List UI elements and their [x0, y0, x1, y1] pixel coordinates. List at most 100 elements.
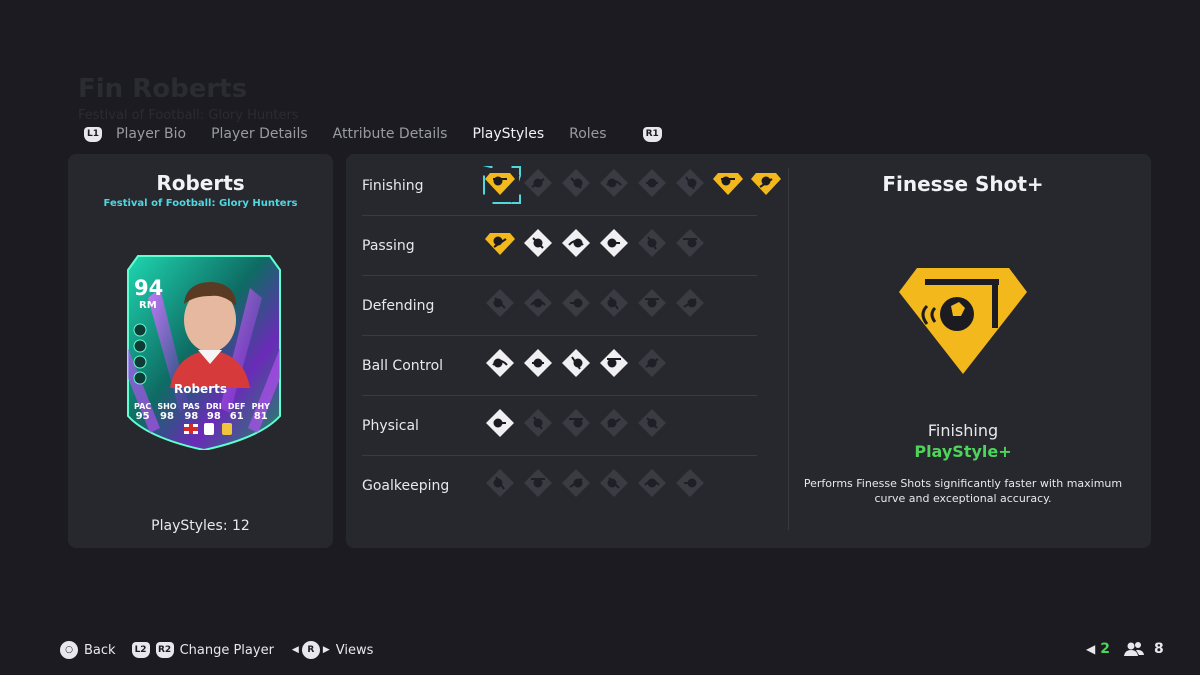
playstyles-count: PlayStyles: 12	[151, 518, 250, 534]
right-arrow-icon: ▶	[322, 645, 330, 655]
card-position: RM	[139, 300, 157, 311]
playstyles-panel: Finishing Passing Defending Ball Control Phy…	[346, 154, 1151, 548]
tiki-taka-icon[interactable]	[598, 227, 630, 259]
pinged-pass-icon[interactable]	[522, 227, 554, 259]
detail-description: Performs Finesse Shots significantly fas…	[803, 477, 1123, 505]
l2-button-icon: L2	[131, 642, 150, 658]
status-bar: ◀ 2 8	[1086, 641, 1164, 657]
stat-pac: PAC 95	[134, 402, 152, 422]
incisive-pass-icon[interactable]	[484, 227, 516, 259]
l1-button-icon[interactable]: L1	[84, 126, 102, 142]
press-proven-icon[interactable]	[636, 347, 668, 379]
low-driven-shot-icon[interactable]	[712, 167, 744, 199]
circle-button-icon: ○	[60, 641, 78, 659]
finesse-shot-plus-icon	[899, 268, 1027, 374]
finesse-shot-icon[interactable]	[484, 167, 516, 199]
r1-button-icon[interactable]: R1	[642, 126, 662, 142]
long-ball-pass-icon[interactable]	[560, 227, 592, 259]
tab-playstyles[interactable]: PlayStyles	[472, 126, 544, 142]
stat-dri: DRI 98	[205, 402, 222, 422]
far-throw-icon[interactable]	[484, 467, 516, 499]
slide-tackle-icon[interactable]	[636, 287, 668, 319]
dead-ball-icon[interactable]	[598, 167, 630, 199]
trickster-icon[interactable]	[560, 407, 592, 439]
panel-divider	[788, 168, 789, 530]
block-icon[interactable]	[522, 287, 554, 319]
rush-out-icon[interactable]	[598, 467, 630, 499]
card-rating: 94	[134, 276, 164, 300]
trivela-icon[interactable]	[750, 167, 782, 199]
category-label: Goalkeeping	[362, 478, 450, 494]
category-row-goalkeeping: Goalkeeping	[362, 456, 757, 516]
tab-attribute-details[interactable]: Attribute Details	[333, 126, 448, 142]
back-control[interactable]: ○ Back	[60, 641, 116, 659]
stat-phy: PHY 81	[251, 402, 270, 422]
tab-bar: L1 Player Bio Player Details Attribute D…	[84, 126, 662, 142]
category-label: Ball Control	[362, 358, 444, 374]
intercept-icon[interactable]	[560, 287, 592, 319]
category-label: Passing	[362, 238, 415, 254]
left-arrow-icon: ◀	[291, 645, 299, 655]
relentless-icon[interactable]	[522, 407, 554, 439]
category-row-finishing: Finishing	[362, 156, 781, 216]
stat-def: DEF 61	[227, 402, 246, 422]
rapid-icon[interactable]	[522, 347, 554, 379]
category-icons	[484, 227, 706, 259]
category-icons	[484, 467, 706, 499]
acrobatic-icon[interactable]	[674, 167, 706, 199]
category-row-defending: Defending	[362, 276, 757, 336]
long-throw-icon[interactable]	[598, 407, 630, 439]
category-icons	[484, 407, 668, 439]
tab-roles[interactable]: Roles	[569, 126, 606, 142]
quick-step-icon[interactable]	[484, 407, 516, 439]
change-player-label: Change Player	[179, 642, 274, 658]
footwork-icon[interactable]	[522, 467, 554, 499]
category-row-physical: Physical	[362, 396, 757, 456]
technical-icon[interactable]	[484, 347, 516, 379]
tab-player-bio[interactable]: Player Bio	[116, 126, 186, 142]
category-label: Physical	[362, 418, 419, 434]
background-promo: Festival of Football: Glory Hunters	[78, 108, 299, 123]
anticipate-icon[interactable]	[598, 287, 630, 319]
change-player-control[interactable]: L2 R2 Change Player	[131, 642, 274, 658]
category-icons	[484, 287, 706, 319]
category-label: Defending	[362, 298, 435, 314]
green-count: 2	[1100, 641, 1110, 657]
player-promo: Festival of Football: Glory Hunters	[103, 198, 298, 209]
aerial-fortress-icon[interactable]	[674, 287, 706, 319]
detail-title: Finesse Shot+	[882, 172, 1044, 196]
chip-shot-icon[interactable]	[522, 167, 554, 199]
back-label: Back	[84, 642, 116, 658]
power-header-icon[interactable]	[636, 167, 668, 199]
jockey-icon[interactable]	[484, 287, 516, 319]
stat-sho: SHO 98	[157, 402, 177, 422]
category-label: Finishing	[362, 178, 424, 194]
cross-claimer-icon[interactable]	[560, 467, 592, 499]
r2-button-icon: R2	[155, 642, 174, 658]
detail-category: Finishing	[927, 421, 999, 440]
first-touch-icon[interactable]	[560, 347, 592, 379]
flair-icon[interactable]	[598, 347, 630, 379]
category-icons	[484, 347, 668, 379]
friends-icon	[1123, 642, 1144, 656]
stat-pas: PAS 98	[182, 402, 200, 422]
footer-controls: ○ Back L2 R2 Change Player ◀ R ▶ Views	[60, 641, 389, 659]
bruiser-icon[interactable]	[636, 407, 668, 439]
deflector-icon[interactable]	[674, 467, 706, 499]
far-reach-icon[interactable]	[636, 467, 668, 499]
power-shot-icon[interactable]	[560, 167, 592, 199]
category-row-ball-control: Ball Control	[362, 336, 757, 396]
background-player-name: Fin Roberts	[78, 74, 248, 104]
card-player-name: Roberts	[173, 382, 227, 396]
views-label: Views	[335, 642, 374, 658]
views-control[interactable]: ◀ R ▶ Views	[290, 641, 373, 659]
whipped-pass-icon[interactable]	[636, 227, 668, 259]
category-row-passing: Passing	[362, 216, 757, 276]
detail-playstyle-type: PlayStyle+	[914, 442, 1012, 461]
inventive-icon[interactable]	[674, 227, 706, 259]
card-stats: PAC 95 SHO 98 PAS 98 DRI 98 DEF 61 PHY 81	[134, 402, 270, 422]
player-panel: Roberts Festival of Football: Glory Hunt…	[68, 154, 333, 548]
tab-player-details[interactable]: Player Details	[211, 126, 308, 142]
friends-count: 8	[1153, 641, 1164, 657]
r-stick-icon: R	[301, 641, 320, 659]
